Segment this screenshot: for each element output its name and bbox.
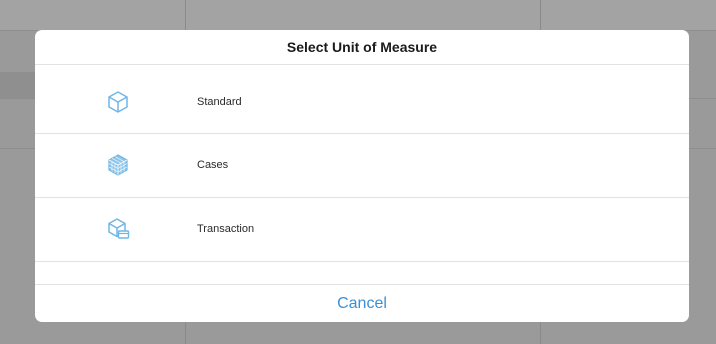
option-label: Cases: [197, 159, 229, 171]
dialog-title: Select Unit of Measure: [286, 39, 438, 55]
background-header: [0, 0, 716, 30]
divider: [35, 261, 689, 262]
case-stack-icon: [105, 152, 131, 178]
background-cell: [0, 72, 36, 98]
option-label: Standard: [197, 96, 242, 108]
option-label: Transaction: [197, 223, 255, 235]
single-box-icon: [105, 89, 131, 115]
divider: [35, 64, 689, 65]
unit-of-measure-dialog: Select Unit of Measure Standard Cases Tr…: [35, 30, 689, 322]
box-with-card-icon: [105, 216, 131, 242]
option-standard[interactable]: Standard: [35, 71, 689, 133]
option-cases[interactable]: Cases: [35, 134, 689, 196]
option-transaction[interactable]: Transaction: [35, 198, 689, 260]
cancel-button[interactable]: Cancel: [35, 285, 689, 322]
